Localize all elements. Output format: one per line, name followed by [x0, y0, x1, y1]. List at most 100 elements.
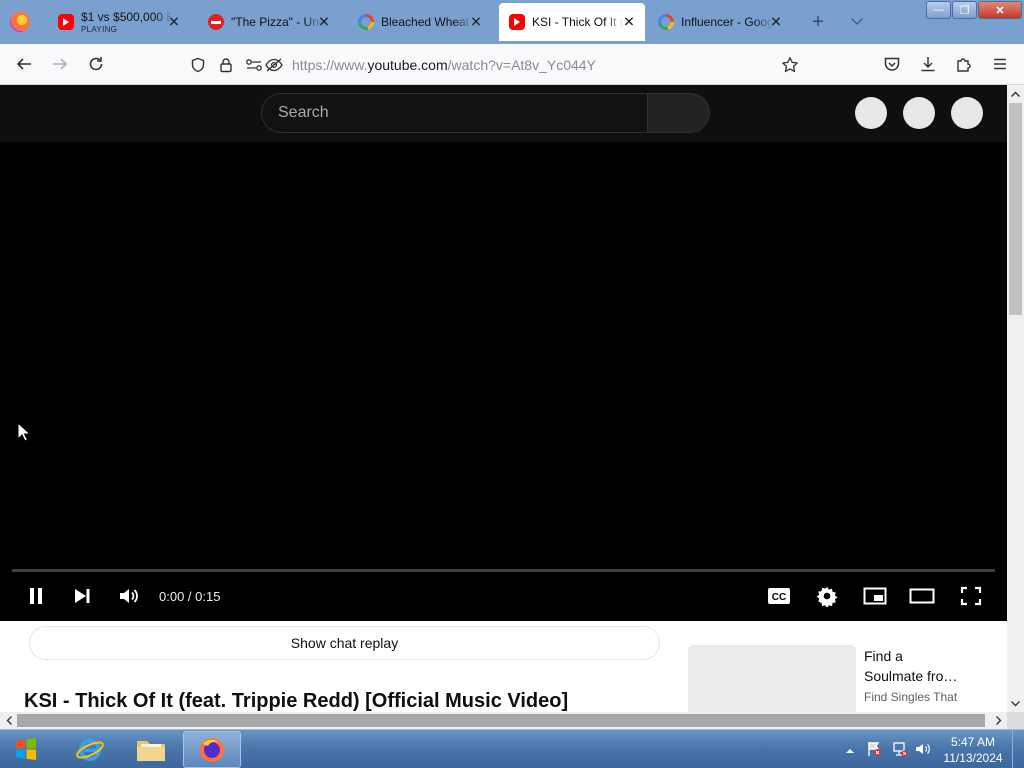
close-tab-icon[interactable]: ✕	[621, 14, 637, 31]
search-button[interactable]	[647, 93, 710, 133]
google-icon	[358, 14, 374, 30]
forward-arrow-icon	[53, 58, 68, 70]
google-icon	[658, 14, 674, 30]
action-center-flag-icon[interactable]	[866, 741, 882, 757]
windows-taskbar: 5:47 AM 11/13/2024	[0, 729, 1024, 768]
hamburger-menu-icon	[994, 58, 1006, 70]
autoplay-blocked-icon[interactable]	[264, 55, 284, 75]
back-arrow-icon	[16, 58, 31, 70]
pocket-button[interactable]	[879, 51, 905, 77]
clock-time: 5:47 AM	[950, 735, 996, 749]
firefox-icon	[200, 737, 224, 762]
theater-mode-button[interactable]	[908, 584, 936, 608]
tab-3[interactable]: Bleached Wheat Flour ✕	[348, 4, 492, 40]
close-tab-icon[interactable]: ✕	[316, 14, 332, 31]
network-icon[interactable]	[892, 741, 908, 757]
app-menu-button[interactable]	[987, 51, 1013, 77]
youtube-icon	[58, 14, 74, 30]
bookmark-star-icon[interactable]	[780, 55, 800, 75]
start-button[interactable]	[6, 732, 46, 768]
firefox-logo-icon[interactable]	[10, 12, 30, 32]
scroll-right-arrow-icon[interactable]	[990, 712, 1007, 729]
mute-button[interactable]	[115, 584, 143, 608]
search-input[interactable]: Search	[261, 93, 647, 133]
show-desktop-button[interactable]	[1012, 730, 1024, 768]
back-button[interactable]	[11, 51, 37, 77]
fullscreen-icon	[960, 586, 982, 606]
ad-title-line-2: Soulmate fro…	[864, 668, 958, 684]
tab-4-active[interactable]: KSI - Thick Of It (feat. Trippie Redd) ✕	[499, 3, 645, 41]
minimize-window-button[interactable]: —	[926, 1, 951, 19]
create-button-placeholder[interactable]	[855, 97, 887, 129]
pause-button[interactable]	[22, 584, 50, 608]
show-chat-replay-button[interactable]: Show chat replay	[29, 626, 660, 660]
reload-button[interactable]	[83, 51, 109, 77]
windows-logo-icon	[16, 738, 36, 760]
tab-strip: $1 vs $500,000 Experiences PLAYING ✕ "Th…	[0, 0, 1024, 44]
avatar[interactable]	[951, 97, 983, 129]
volume-icon	[120, 589, 138, 603]
reload-icon	[89, 57, 103, 71]
pause-icon	[30, 588, 42, 604]
next-button[interactable]	[68, 584, 96, 608]
puzzle-piece-icon	[957, 58, 971, 72]
fullscreen-button[interactable]	[957, 584, 985, 608]
vertical-scroll-thumb[interactable]	[1009, 103, 1022, 315]
close-window-button[interactable]: ✕	[978, 1, 1022, 19]
url-path: /watch?v=At8v_Yc044Y	[447, 57, 596, 73]
firefox-taskbar-button[interactable]	[183, 731, 241, 768]
show-hidden-icons-button[interactable]	[845, 743, 855, 753]
progress-bar[interactable]	[12, 569, 995, 572]
close-tab-icon[interactable]: ✕	[468, 14, 484, 31]
skip-next-icon	[75, 589, 90, 603]
speaker-volume-icon[interactable]	[915, 741, 931, 757]
time-display: 0:00 / 0:15	[159, 589, 221, 604]
new-tab-button[interactable]: +	[808, 10, 828, 34]
closed-captions-icon: CC	[768, 588, 790, 604]
tab-title: KSI - Thick Of It (feat. Trippie Redd)	[532, 15, 624, 29]
ad-title[interactable]: Find a Soulmate fro…	[864, 646, 974, 686]
tab-5[interactable]: Influencer - Google Search ✕	[648, 4, 792, 40]
internet-explorer-icon	[76, 738, 104, 761]
tab-2[interactable]: "The Pizza" - Uncut ✕	[198, 4, 340, 40]
close-tab-icon[interactable]: ✕	[166, 14, 182, 31]
download-icon	[921, 57, 935, 72]
file-explorer-taskbar-button[interactable]	[122, 731, 180, 768]
lock-icon[interactable]	[216, 55, 236, 75]
youtube-icon	[509, 14, 525, 30]
scroll-down-arrow-icon[interactable]	[1007, 695, 1024, 712]
tab-1[interactable]: $1 vs $500,000 Experiences PLAYING ✕	[48, 4, 190, 40]
scrollbar-corner	[1007, 712, 1024, 729]
vertical-scrollbar[interactable]	[1007, 85, 1024, 712]
system-clock[interactable]: 5:47 AM 11/13/2024	[940, 734, 1006, 766]
pocket-icon	[884, 57, 900, 71]
youtube-masthead: Search	[0, 85, 1007, 142]
miniplayer-icon	[863, 587, 887, 605]
scroll-up-arrow-icon[interactable]	[1007, 85, 1024, 102]
internet-explorer-taskbar-button[interactable]	[61, 731, 119, 768]
tab-title: Bleached Wheat Flour	[381, 15, 473, 29]
forward-button[interactable]	[47, 51, 73, 77]
navigation-toolbar: https://www.youtube.com/watch?v=At8v_Yc0…	[0, 44, 1024, 85]
downloads-button[interactable]	[915, 51, 941, 77]
tracking-protection-shield-icon[interactable]	[188, 55, 208, 75]
notifications-button-placeholder[interactable]	[903, 97, 935, 129]
svg-text:CC: CC	[772, 592, 786, 603]
permissions-icon[interactable]	[244, 55, 264, 75]
list-all-tabs-button[interactable]	[848, 10, 866, 34]
url-text[interactable]: https://www.youtube.com/watch?v=At8v_Yc0…	[292, 57, 596, 73]
restore-window-button[interactable]: ❐	[952, 1, 977, 19]
miniplayer-button[interactable]	[861, 584, 889, 608]
captions-button[interactable]: CC	[765, 584, 793, 608]
ad-title-line-1: Find a	[864, 648, 903, 664]
horizontal-scrollbar[interactable]	[0, 712, 1007, 729]
video-player[interactable]: 0:00 / 0:15 CC	[0, 142, 1007, 621]
scroll-left-arrow-icon[interactable]	[0, 712, 17, 729]
extensions-button[interactable]	[951, 51, 977, 77]
settings-button[interactable]	[813, 584, 841, 608]
ad-thumbnail[interactable]	[688, 645, 856, 712]
close-tab-icon[interactable]: ✕	[768, 14, 784, 31]
horizontal-scroll-thumb[interactable]	[17, 714, 985, 727]
ad-subtitle: Find Singles That	[864, 690, 958, 704]
url-bar[interactable]: https://www.youtube.com/watch?v=At8v_Yc0…	[184, 49, 806, 80]
